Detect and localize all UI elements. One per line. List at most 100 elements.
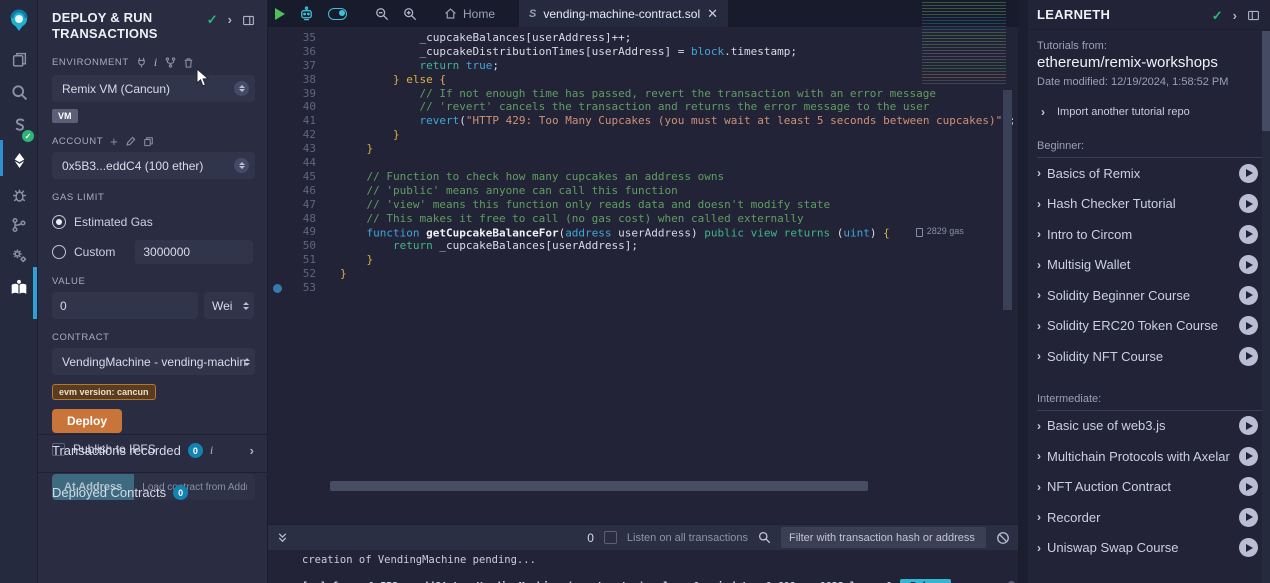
tutorial-play-button[interactable]: [1239, 286, 1258, 305]
tutorial-item[interactable]: ›Intro to Circom: [1037, 219, 1262, 250]
transactions-info-icon[interactable]: i: [210, 443, 213, 458]
breakpoint-gutter[interactable]: [268, 198, 290, 212]
editor-minimap[interactable]: [922, 2, 1006, 86]
custom-gas-input[interactable]: [135, 240, 253, 264]
code-editor[interactable]: 35 _cupcakeBalances[userAddress]++;36 _c…: [268, 27, 1018, 505]
tutorial-item[interactable]: ›Basics of Remix: [1037, 158, 1262, 189]
code-line[interactable]: 46 // 'public' means anyone can call thi…: [268, 184, 1018, 198]
breakpoint-gutter[interactable]: [268, 100, 290, 114]
breakpoint-gutter[interactable]: [268, 267, 290, 281]
account-add-icon[interactable]: +: [110, 137, 118, 147]
breakpoint-gutter[interactable]: [268, 45, 290, 59]
panel-layout-icon[interactable]: [242, 14, 255, 27]
breakpoint-gutter[interactable]: [268, 31, 290, 45]
breakpoint-gutter[interactable]: [268, 184, 290, 198]
breakpoint-gutter[interactable]: [268, 212, 290, 226]
learneth-layout-icon[interactable]: [1247, 9, 1260, 22]
tutorial-play-button[interactable]: [1239, 538, 1258, 557]
tutorial-item[interactable]: ›Recorder: [1037, 502, 1262, 533]
breakpoint-gutter[interactable]: [268, 225, 290, 239]
tutorial-item[interactable]: ›Basic use of web3.js: [1037, 411, 1262, 442]
account-copy-icon[interactable]: [143, 136, 154, 147]
code-line[interactable]: 42 }: [268, 128, 1018, 142]
breakpoint-dot-icon[interactable]: [273, 284, 282, 293]
tutorial-play-button[interactable]: [1239, 316, 1258, 335]
tutorial-expand-chevron-icon[interactable]: ›: [1037, 510, 1041, 524]
breakpoint-gutter[interactable]: [268, 156, 290, 170]
breakpoint-gutter[interactable]: [268, 128, 290, 142]
tab-close-icon[interactable]: ✕: [707, 7, 718, 20]
tutorial-play-button[interactable]: [1239, 225, 1258, 244]
code-line[interactable]: 41 revert("HTTP 429: Too Many Cupcakes (…: [268, 114, 1018, 128]
code-line[interactable]: 48 // This makes it free to call (no gas…: [268, 212, 1018, 226]
rail-search-icon[interactable]: [0, 77, 38, 107]
rail-debugger-icon[interactable]: [0, 180, 38, 210]
contract-select[interactable]: VendingMachine - vending-machin: [52, 348, 255, 375]
listen-all-transactions-checkbox[interactable]: [604, 531, 617, 544]
environment-delete-icon[interactable]: [183, 57, 194, 69]
code-line[interactable]: 51 }: [268, 253, 1018, 267]
import-tutorial-repo-toggle[interactable]: › Import another tutorial repo: [1037, 105, 1262, 119]
code-line[interactable]: 50 return _cupcakeBalances[userAddress];: [268, 239, 1018, 253]
tutorial-expand-chevron-icon[interactable]: ›: [1037, 349, 1041, 363]
breakpoint-gutter[interactable]: [268, 59, 290, 73]
learneth-chevron-icon[interactable]: ›: [1233, 11, 1237, 21]
tab-vending-machine-contract[interactable]: S vending-machine-contract.sol ✕: [519, 0, 728, 27]
run-script-button[interactable]: [268, 0, 292, 27]
zoom-out-button[interactable]: [368, 0, 396, 27]
tutorial-expand-chevron-icon[interactable]: ›: [1037, 480, 1041, 494]
breakpoint-gutter[interactable]: [268, 114, 290, 128]
transactions-expand-chevron-icon[interactable]: ›: [250, 446, 254, 456]
zoom-in-button[interactable]: [396, 0, 424, 27]
ai-assistant-button[interactable]: [292, 0, 321, 27]
breakpoint-gutter[interactable]: [268, 253, 290, 267]
account-select[interactable]: 0x5B3...eddC4 (100 ether): [52, 152, 255, 179]
breakpoint-gutter[interactable]: [268, 170, 290, 184]
environment-plug-icon[interactable]: [136, 57, 147, 68]
account-edit-icon[interactable]: [125, 136, 136, 147]
deploy-button[interactable]: Deploy: [52, 409, 122, 433]
tutorial-expand-chevron-icon[interactable]: ›: [1037, 319, 1041, 333]
code-line[interactable]: 43 }: [268, 142, 1018, 156]
tutorial-expand-chevron-icon[interactable]: ›: [1037, 449, 1041, 463]
tutorial-expand-chevron-icon[interactable]: ›: [1037, 197, 1041, 211]
terminal-expand-button[interactable]: [276, 531, 289, 544]
tutorial-item[interactable]: ›Solidity NFT Course: [1037, 341, 1262, 372]
breakpoint-gutter[interactable]: [268, 142, 290, 156]
code-line[interactable]: 47 // 'view' means this function only re…: [268, 198, 1018, 212]
pin-panel-chevron-icon[interactable]: ›: [228, 15, 232, 25]
tutorial-expand-chevron-icon[interactable]: ›: [1037, 419, 1041, 433]
tab-home[interactable]: Home: [432, 0, 507, 27]
value-input[interactable]: [52, 292, 198, 319]
tutorial-play-button[interactable]: [1239, 477, 1258, 496]
debug-button[interactable]: Debug: [900, 579, 951, 583]
rail-settings-icon[interactable]: [0, 240, 38, 270]
terminal-filter-input[interactable]: [781, 527, 986, 548]
rail-git-icon[interactable]: [0, 210, 38, 240]
code-line[interactable]: 53: [268, 281, 1018, 295]
tutorial-expand-chevron-icon[interactable]: ›: [1037, 258, 1041, 272]
tutorial-expand-chevron-icon[interactable]: ›: [1037, 288, 1041, 302]
editor-vertical-scrollbar[interactable]: [1003, 90, 1012, 310]
tutorial-play-button[interactable]: [1239, 508, 1258, 527]
breakpoint-gutter[interactable]: [268, 239, 290, 253]
tutorial-play-button[interactable]: [1239, 164, 1258, 183]
estimated-gas-radio[interactable]: [52, 215, 66, 229]
rail-deploy-and-run-icon[interactable]: [0, 145, 38, 175]
code-line[interactable]: 36 _cupcakeDistributionTimes[userAddress…: [268, 45, 1018, 59]
rail-file-explorer-icon[interactable]: [0, 44, 38, 74]
tutorial-play-button[interactable]: [1239, 447, 1258, 466]
code-line[interactable]: 38 } else {: [268, 73, 1018, 87]
code-line[interactable]: 37 return true;: [268, 59, 1018, 73]
environment-select[interactable]: Remix VM (Cancun): [52, 75, 255, 102]
code-line[interactable]: 35 _cupcakeBalances[userAddress]++;: [268, 31, 1018, 45]
tutorial-play-button[interactable]: [1239, 416, 1258, 435]
environment-info-icon[interactable]: i: [154, 55, 158, 70]
tutorial-item[interactable]: ›Uniswap Swap Course: [1037, 533, 1262, 564]
tutorial-item[interactable]: ›Multichain Protocols with Axelar: [1037, 441, 1262, 472]
terminal-clear-icon[interactable]: [996, 531, 1010, 545]
environment-fork-icon[interactable]: [165, 57, 176, 68]
tutorial-play-button[interactable]: [1239, 347, 1258, 366]
terminal-tx-row[interactable]: [vm] from: 0x5B3...eddC4 to: VendingMach…: [302, 579, 951, 583]
rail-solidity-compiler-icon[interactable]: ✓: [0, 110, 38, 140]
